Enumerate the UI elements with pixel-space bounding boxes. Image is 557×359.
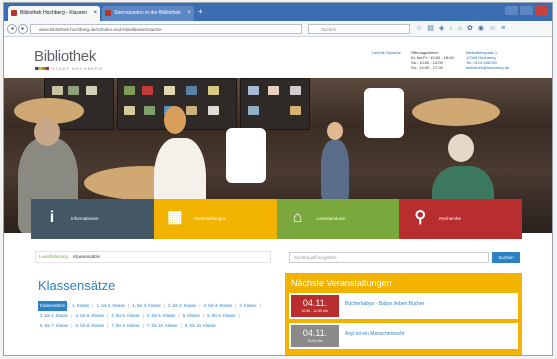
- opening-hours: Öffnungszeiten: Di. bis Fr.: 10:00 - 18:…: [411, 50, 454, 70]
- event-title[interactable]: Asyl ist ein Menschenrecht: [345, 331, 404, 337]
- grade-filter-item[interactable]: 1. bis 3. Klasse: [130, 301, 162, 311]
- tile-recherche[interactable]: ⚲ Recherche: [399, 199, 522, 239]
- grade-filter-item[interactable]: 5. Klasse: [181, 311, 202, 321]
- grade-filter-item[interactable]: 7. bis 8. Klasse: [109, 321, 141, 331]
- grade-filter-list: Klassensätze | 1. Klasse | 1. bis 2. Klass…: [38, 301, 273, 331]
- leichte-sprache-link[interactable]: Leichte Sprache: [372, 50, 401, 55]
- table: [412, 98, 500, 126]
- favicon-icon: [11, 10, 17, 16]
- calendar-icon: ▦: [167, 209, 183, 226]
- grade-filter-item[interactable]: 1. bis 2. Klasse: [95, 301, 127, 311]
- events-box: Nächste Veranstaltungen 04.11. 10:30 - 1…: [285, 273, 522, 355]
- event-date-badge: 04.11. 15:00 Uhr: [291, 325, 339, 347]
- grade-filter-item[interactable]: 1. Klasse: [70, 301, 91, 311]
- tile-label: Recherche: [439, 216, 462, 221]
- event-date-badge: 04.11. 10:30 - 11:30 Uhr: [291, 295, 339, 317]
- tab-bibliothek[interactable]: Bibliothek Hochberg - Klassen ×: [8, 6, 100, 21]
- grade-filter-item[interactable]: 5. bis 6. Klasse: [205, 311, 237, 321]
- category-tiles: i Informationen ▦ Veranstaltungen ⌂ Lese…: [31, 199, 522, 239]
- person-head: [448, 134, 474, 162]
- star-icon[interactable]: ☆: [416, 25, 422, 33]
- person-head: [164, 106, 186, 134]
- tab-sternstunden[interactable]: Sternstunden in der Bibliothek ×: [102, 6, 194, 21]
- logo-subtitle: STADT HOCHBERG: [35, 66, 103, 71]
- grade-filter-item[interactable]: 5. bis 8. Klasse: [74, 321, 106, 331]
- close-tab-icon[interactable]: ×: [187, 6, 191, 21]
- menu-icon[interactable]: ≡: [501, 25, 505, 33]
- contact-address[interactable]: Bibliotheksplatz 1 12345 Hochberg Tel. 0…: [466, 50, 509, 70]
- browser-window: Bibliothek Hochberg - Klassen × Sternstu…: [3, 2, 553, 356]
- close-window-button[interactable]: [535, 6, 548, 15]
- forward-icon[interactable]: ▸: [18, 24, 28, 34]
- window-controls: [505, 6, 548, 15]
- web-page: Bibliothek STADT HOCHBERG Leichte Sprach…: [4, 38, 552, 355]
- grade-filter-item[interactable]: 3. bis 4. Klasse: [38, 311, 70, 321]
- breadcrumb-home[interactable]: Leseförderung: [39, 254, 68, 259]
- search-button[interactable]: Suchen: [492, 252, 520, 263]
- browser-search-input[interactable]: Suchen: [308, 24, 410, 34]
- building-icon: ⌂: [292, 209, 303, 226]
- tab-label: Bibliothek Hochberg - Klassen: [20, 10, 87, 16]
- navigation-bar: ◂ ▸ www.bibliothek-hochberg.de/schulen-u…: [4, 21, 552, 37]
- grade-filter-item[interactable]: 3. bis 5. Klasse: [74, 311, 106, 321]
- person: [321, 140, 349, 200]
- grade-filter-item[interactable]: 3. Klasse: [237, 301, 258, 311]
- address-bar[interactable]: www.bibliothek-hochberg.de/schulen-und-k…: [30, 24, 302, 34]
- grade-filter-item[interactable]: Klassensätze: [38, 301, 67, 311]
- favicon-icon: [105, 10, 111, 16]
- sync-icon[interactable]: ☺: [489, 25, 496, 33]
- site-header: Bibliothek STADT HOCHBERG Leichte Sprach…: [4, 38, 552, 78]
- toolbar-icons: ☆ ▤ ◈ ↓ ⌂ ✿ ◉ ☺ ≡: [416, 25, 505, 33]
- site-search-input[interactable]: Suchbegriff eingeben: [289, 252, 489, 263]
- events-title: Nächste Veranstaltungen: [291, 278, 392, 288]
- grade-filter-item[interactable]: 7. bis 10. Klasse: [145, 321, 180, 331]
- tile-lesestandorte[interactable]: ⌂ Lesestandorte: [276, 199, 400, 239]
- event-title[interactable]: Bücherbabys - Babys lieben Bücher: [345, 301, 425, 307]
- tab-label: Sternstunden in der Bibliothek: [114, 10, 181, 16]
- chair: [364, 88, 404, 138]
- grade-filter-item[interactable]: 8. bis 10. Klasse: [183, 321, 218, 331]
- close-tab-icon[interactable]: ×: [93, 6, 97, 21]
- home-icon[interactable]: ⌂: [458, 25, 462, 33]
- tile-label: Veranstaltungen: [193, 216, 227, 221]
- reader-icon[interactable]: ▤: [427, 25, 434, 33]
- tile-label: Lesestandorte: [316, 216, 346, 221]
- search-icon: ⚲: [414, 209, 427, 226]
- new-tab-button[interactable]: +: [198, 8, 203, 16]
- grade-filter-item[interactable]: 5. bis 7. Klasse: [38, 321, 70, 331]
- breadcrumb: Leseförderung Klassensätze: [39, 254, 100, 259]
- addon-icon[interactable]: ✿: [467, 25, 473, 33]
- person-head: [34, 118, 60, 146]
- tab-strip: Bibliothek Hochberg - Klassen × Sternstu…: [4, 3, 552, 21]
- tile-veranstaltungen[interactable]: ▦ Veranstaltungen: [153, 199, 277, 239]
- grade-filter-item[interactable]: 2. bis 4. Klasse: [202, 301, 234, 311]
- tile-informationen[interactable]: i Informationen: [31, 199, 154, 239]
- event-item[interactable]: 04.11. 15:00 Uhr Asyl ist ein Menschenre…: [289, 323, 518, 349]
- site-logo[interactable]: Bibliothek: [34, 48, 96, 65]
- chat-icon[interactable]: ◉: [478, 25, 484, 33]
- chair: [226, 128, 266, 183]
- grade-filter-item[interactable]: 4. bis 5. Klasse: [109, 311, 141, 321]
- main-content: Leseförderung Klassensätze Suchbegriff e…: [31, 239, 522, 355]
- grade-filter-item[interactable]: 2. bis 3. Klasse: [166, 301, 198, 311]
- minimize-button[interactable]: [505, 6, 518, 15]
- tile-label: Informationen: [71, 216, 99, 221]
- page-title: Klassensätze: [38, 278, 116, 293]
- event-item[interactable]: 04.11. 10:30 - 11:30 Uhr Bücherbabys - B…: [289, 293, 518, 319]
- grade-filter-item[interactable]: 4. bis 6. Klasse: [145, 311, 177, 321]
- maximize-button[interactable]: [520, 6, 533, 15]
- shield-icon[interactable]: ◈: [439, 25, 444, 33]
- back-icon[interactable]: ◂: [7, 24, 17, 34]
- download-icon[interactable]: ↓: [449, 25, 453, 33]
- breadcrumb-current: Klassensätze: [73, 254, 101, 259]
- person-head: [327, 122, 343, 140]
- info-icon: i: [49, 209, 55, 226]
